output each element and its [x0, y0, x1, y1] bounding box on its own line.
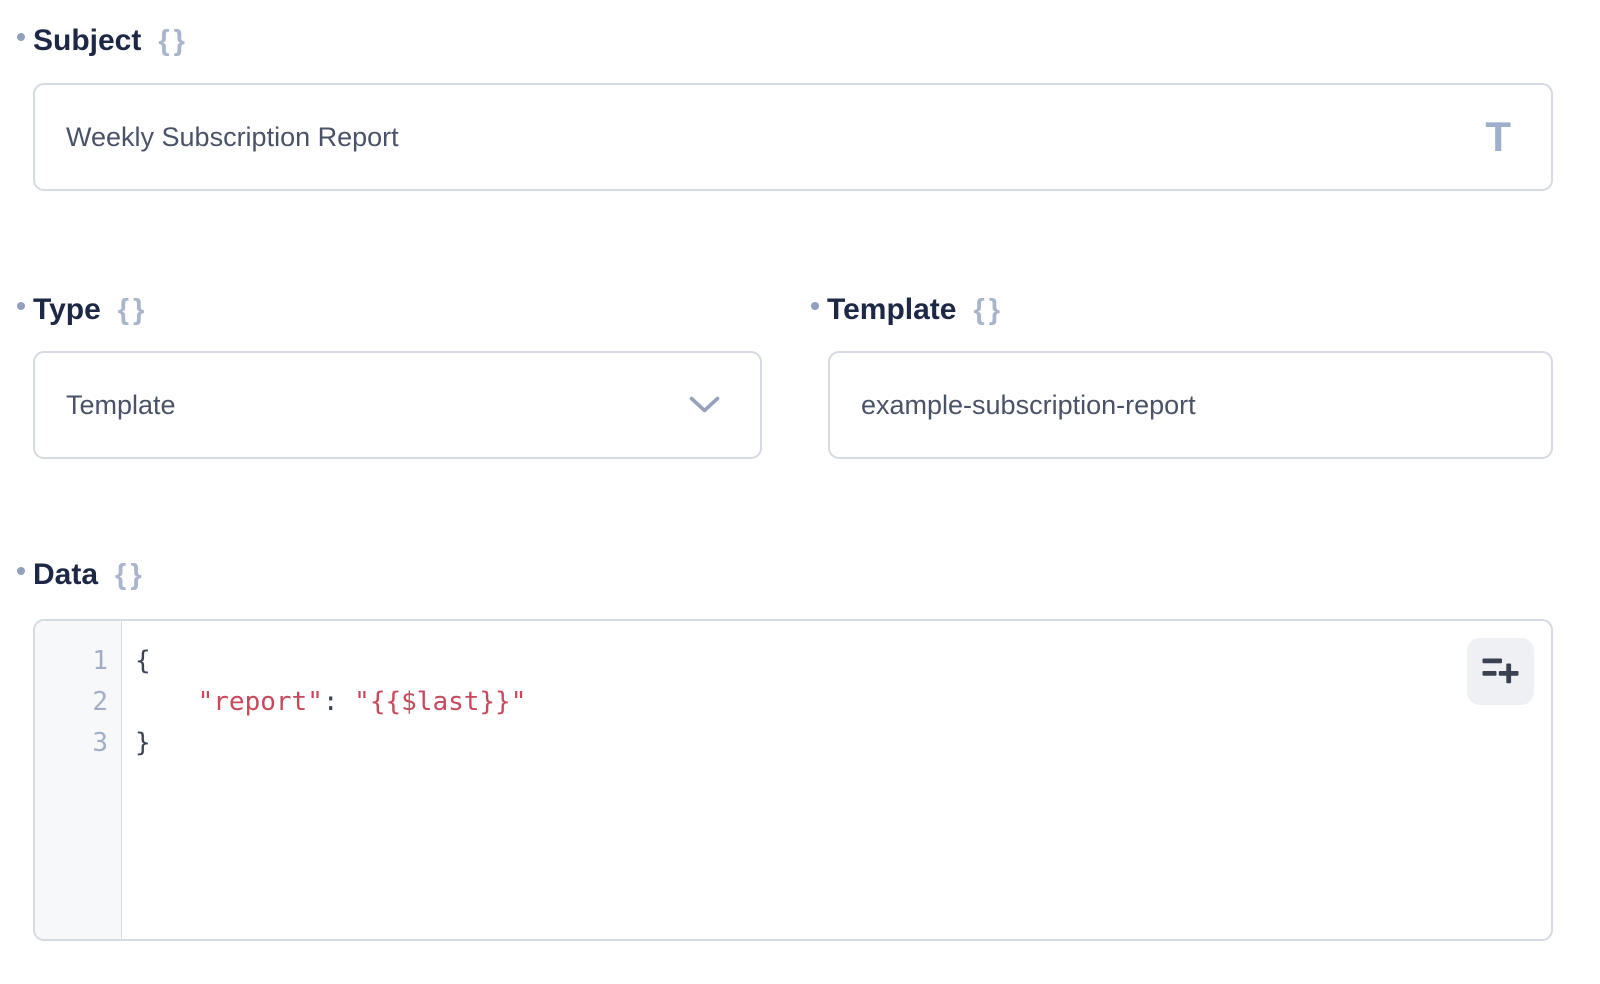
line-number: 1 [35, 641, 121, 682]
required-dot [17, 567, 25, 575]
format-json-button[interactable] [1467, 638, 1534, 705]
text-format-icon[interactable]: T [1485, 116, 1511, 158]
type-label-row: Type {} [33, 293, 148, 327]
line-number: 2 [35, 682, 121, 723]
code-line: { [135, 641, 1551, 682]
subject-input[interactable] [66, 122, 1485, 153]
required-dot [811, 302, 819, 310]
subject-label-row: Subject {} [33, 24, 189, 58]
type-selected-value: Template [66, 390, 689, 421]
braces-icon[interactable]: {} [115, 558, 146, 592]
code-line: "report": "{{$last}}" [135, 682, 1551, 723]
required-dot [17, 33, 25, 41]
template-input[interactable] [861, 390, 1523, 421]
subject-label: Subject [33, 24, 141, 58]
data-code-editor: 123 { "report": "{{$last}}"} [33, 619, 1553, 941]
code-line: } [135, 723, 1551, 764]
form-page: Subject {} T Type {} Template Template {… [0, 0, 1600, 984]
template-label-row: Template {} [827, 293, 1004, 327]
data-label-row: Data {} [33, 558, 146, 592]
braces-icon[interactable]: {} [158, 24, 189, 58]
line-number: 3 [35, 723, 121, 764]
data-label: Data [33, 558, 98, 592]
playlist-add-icon [1482, 658, 1519, 686]
template-label: Template [827, 293, 956, 327]
template-input-box [828, 351, 1553, 459]
chevron-down-icon [689, 396, 720, 414]
type-select[interactable]: Template [33, 351, 762, 459]
braces-icon[interactable]: {} [973, 293, 1004, 327]
editor-code[interactable]: { "report": "{{$last}}"} [122, 621, 1551, 939]
required-dot [17, 302, 25, 310]
subject-input-box: T [33, 83, 1553, 191]
type-label: Type [33, 293, 101, 327]
editor-gutter: 123 [35, 621, 122, 939]
braces-icon[interactable]: {} [118, 293, 149, 327]
